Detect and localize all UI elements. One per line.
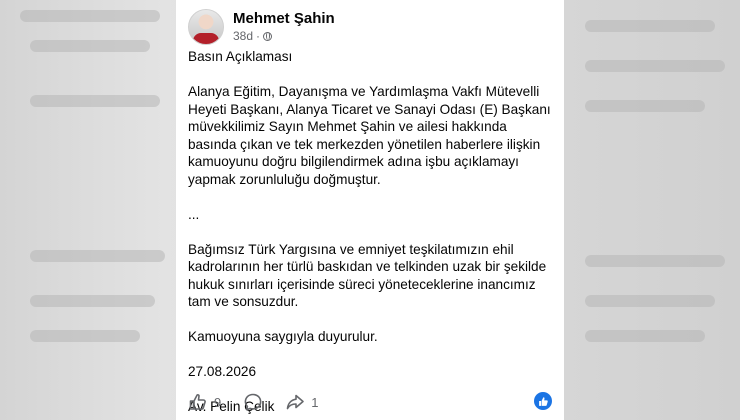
blurred-text-line — [30, 330, 140, 342]
like-reaction-icon[interactable] — [534, 392, 552, 410]
blurred-text-line — [30, 40, 150, 52]
blurred-text-line — [585, 20, 715, 32]
author-name[interactable]: Mehmet Şahin — [233, 10, 335, 28]
post-paragraph: Bağımsız Türk Yargısına ve emniyet teşki… — [188, 241, 547, 310]
post-ellipsis: ... — [188, 206, 200, 222]
blurred-text-line — [585, 295, 715, 307]
post-date: 27.08.2026 — [188, 364, 257, 379]
blurred-text-line — [585, 255, 725, 267]
post-time[interactable]: 38d — [233, 29, 253, 44]
separator-dot: · — [256, 29, 261, 43]
thumbs-up-icon — [538, 396, 548, 406]
thumbs-up-icon — [189, 394, 206, 410]
post-closing: Kamuoyuna saygıyla duyurulur. — [188, 329, 378, 344]
blurred-text-line — [585, 100, 705, 112]
share-button[interactable]: 1 — [285, 392, 318, 412]
post-subline: 38d · — [233, 29, 335, 44]
post-header: Mehmet Şahin 38d · — [188, 8, 552, 46]
blurred-text-line — [30, 95, 160, 107]
blurred-text-line — [585, 330, 705, 342]
post-title: Basın Açıklaması — [188, 49, 293, 64]
post-body: Basın Açıklaması Alanya Eğitim, Dayanışm… — [188, 48, 552, 416]
blurred-text-line — [30, 295, 155, 307]
post-meta: Mehmet Şahin 38d · — [233, 10, 335, 44]
post-paragraph: Alanya Eğitim, Dayanışma ve Yardımlaşma … — [188, 84, 551, 187]
share-arrow-icon — [286, 394, 305, 410]
globe-icon[interactable] — [263, 32, 273, 41]
like-count: 9 — [214, 394, 222, 410]
blurred-text-line — [20, 10, 160, 22]
comment-bubble-icon — [244, 393, 262, 411]
avatar[interactable] — [188, 9, 224, 45]
like-button[interactable]: 9 — [188, 392, 221, 412]
post-actions: 9 1 — [188, 388, 552, 416]
blurred-text-line — [585, 60, 725, 72]
post-card: Mehmet Şahin 38d · Basın Açıklaması Alan… — [176, 0, 564, 420]
share-count: 1 — [311, 394, 319, 410]
comment-button[interactable] — [243, 392, 263, 412]
blurred-text-line — [30, 250, 165, 262]
